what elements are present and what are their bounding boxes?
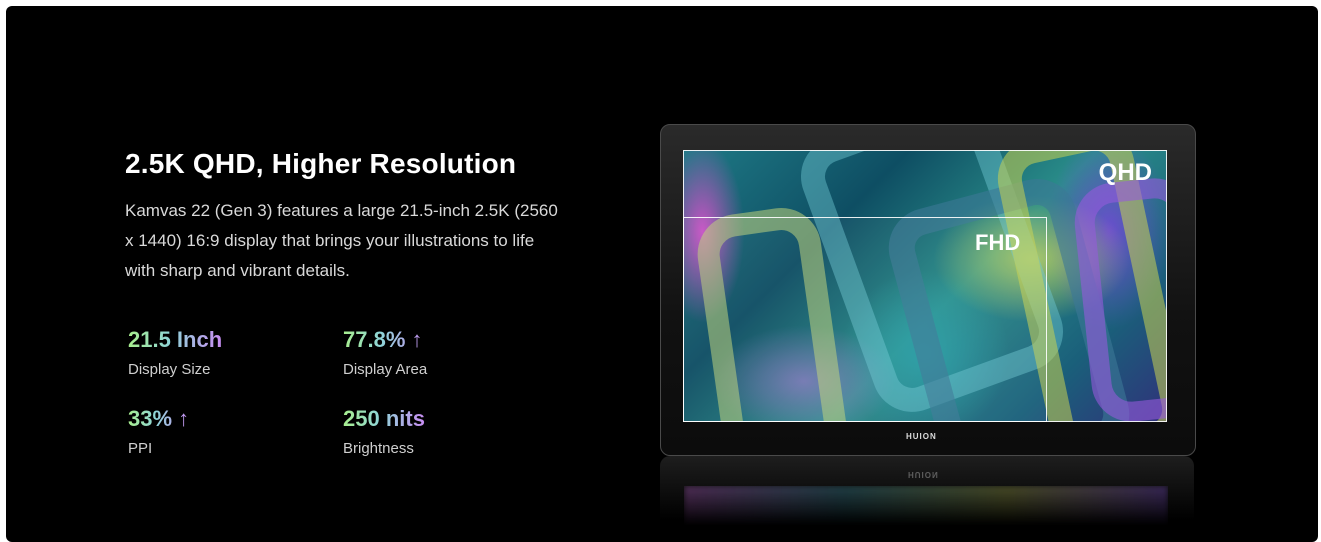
stat-display-size: 21.5 Inch Display Size — [128, 327, 222, 378]
stat-display-area: 77.8% ↑ Display Area — [343, 327, 427, 378]
stat-value: 33% ↑ — [128, 406, 190, 431]
section-heading: 2.5K QHD, Higher Resolution — [125, 148, 517, 179]
stat-value: 77.8% ↑ — [343, 327, 427, 353]
stat-value: 21.5 Inch — [128, 327, 223, 352]
stat-label: Brightness — [343, 440, 414, 457]
brand-logo-reflection: HUION — [908, 470, 939, 479]
qhd-label: QHD — [1098, 159, 1152, 186]
fhd-label: FHD — [975, 230, 1021, 255]
stat-label: PPI — [128, 440, 153, 457]
brand-logo: HUION — [906, 432, 937, 441]
stat-value: 250 nits — [343, 406, 425, 431]
monitor-screen-image: QHD FHD — [683, 150, 1167, 422]
stat-ppi: 33% ↑ PPI — [128, 406, 189, 457]
stat-label: Display Area — [343, 361, 428, 378]
stat-brightness: 250 nits Brightness — [343, 406, 425, 457]
section-description: Kamvas 22 (Gen 3) features a large 21.5-… — [125, 201, 558, 280]
monitor-reflection: HUION — [660, 456, 1194, 536]
stat-label: Display Size — [128, 361, 211, 378]
